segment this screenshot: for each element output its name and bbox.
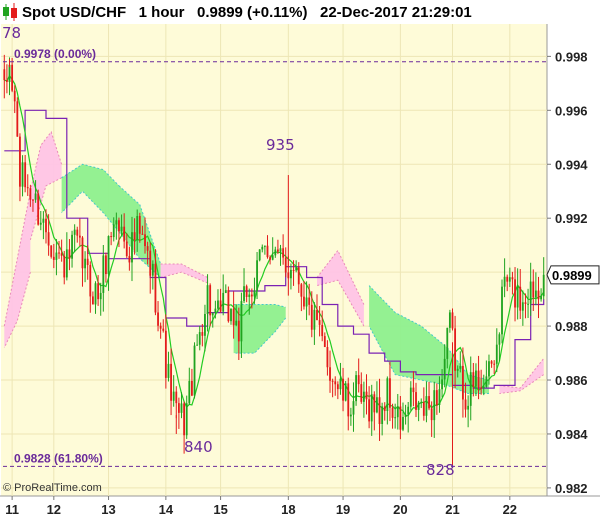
date-tick-label: 13 [101, 502, 115, 517]
candle [355, 371, 357, 406]
date-tick-label: 14 [159, 502, 174, 517]
date-tick-label: 15 [213, 502, 227, 517]
date-tick-label: 18 [281, 502, 295, 517]
candle [227, 286, 230, 323]
annotation-bottom-label: 828 [426, 461, 455, 479]
candle [50, 245, 53, 259]
price-tick-label: 0.982 [555, 481, 588, 496]
price-tick-label: 0.996 [555, 103, 588, 118]
date-tick-label: 12 [47, 502, 61, 517]
date-tick-label: 11 [5, 502, 19, 517]
date-tick-label: 21 [445, 502, 459, 517]
candle [16, 97, 19, 137]
date-tick-label: 19 [336, 502, 350, 517]
date-tick-label: 20 [393, 502, 407, 517]
candle [501, 279, 503, 344]
candle [37, 189, 40, 226]
chart-header-title: Spot USD/CHF 1 hour 0.9899 (+0.11%) 22-D… [22, 4, 472, 21]
date-tick-label: 22 [503, 502, 517, 517]
price-tick-label: 0.994 [555, 157, 588, 172]
fib-level-label: 0.9978 (0.00%) [14, 47, 96, 61]
price-tick-label: 0.988 [555, 319, 588, 334]
last-price-marker: 0.9899 [546, 265, 600, 285]
copyright-text: © ProRealTime.com [3, 482, 102, 494]
price-tick-label: 0.986 [555, 373, 588, 388]
candle [344, 381, 347, 402]
candle [193, 342, 196, 399]
usdchf-candlestick-chart: 0.9978 (0.00%) 0.9828 (61.80%) 0.998 0.996… [0, 0, 600, 519]
candle [258, 249, 261, 262]
price-axis-panel [547, 24, 600, 496]
annotation-low-label: 840 [184, 438, 213, 456]
price-tick-label: 0.998 [555, 49, 588, 64]
fib-level-label: 0.9828 (61.80%) [14, 451, 103, 465]
price-tick-label: 0.992 [555, 211, 588, 226]
price-tick-label: 0.984 [555, 427, 588, 442]
annotation-high-label: 78 [2, 24, 21, 42]
annotation-peak-label: 935 [266, 136, 295, 154]
last-price-value: 0.9899 [552, 268, 592, 283]
